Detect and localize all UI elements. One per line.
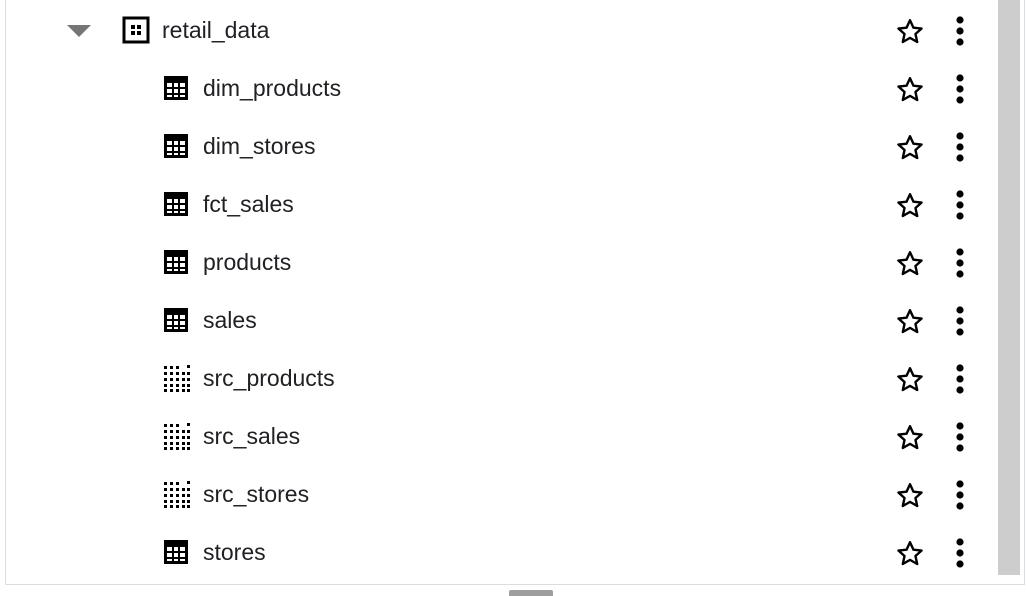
- star-icon[interactable]: [894, 538, 926, 570]
- table-row-src-sales[interactable]: src_sales: [6, 407, 996, 465]
- table-label: sales: [203, 307, 257, 333]
- vertical-scrollbar-thumb[interactable]: [998, 0, 1020, 575]
- collapse-caret-icon[interactable]: [67, 25, 91, 37]
- star-icon[interactable]: [894, 74, 926, 106]
- table-row-fct-sales[interactable]: fct_sales: [6, 175, 996, 233]
- table-label: dim_stores: [203, 133, 316, 159]
- more-actions-icon[interactable]: [954, 131, 966, 163]
- table-row-stores[interactable]: stores: [6, 523, 996, 581]
- horizontal-scrollbar-thumb[interactable]: [509, 590, 553, 596]
- external-table-icon: [164, 481, 190, 508]
- table-label: src_stores: [203, 481, 310, 507]
- table-row-products[interactable]: products: [6, 233, 996, 291]
- more-actions-icon[interactable]: [954, 421, 966, 453]
- more-actions-icon[interactable]: [954, 305, 966, 337]
- dataset-row-retail-data[interactable]: retail_data: [6, 1, 996, 59]
- star-icon[interactable]: [894, 364, 926, 396]
- table-label: src_sales: [203, 423, 301, 449]
- star-icon[interactable]: [894, 190, 926, 222]
- more-actions-icon[interactable]: [954, 189, 966, 221]
- table-icon: [164, 540, 188, 564]
- table-row-sales[interactable]: sales: [6, 291, 996, 349]
- dataset-icon: [122, 16, 150, 44]
- star-icon[interactable]: [894, 248, 926, 280]
- table-icon: [164, 308, 188, 332]
- external-table-icon: [164, 423, 190, 450]
- table-row-dim-stores[interactable]: dim_stores: [6, 117, 996, 175]
- table-label: stores: [203, 539, 266, 565]
- more-actions-icon[interactable]: [954, 363, 966, 395]
- star-icon[interactable]: [894, 132, 926, 164]
- table-row-src-stores[interactable]: src_stores: [6, 465, 996, 523]
- more-actions-icon[interactable]: [954, 537, 966, 569]
- more-actions-icon[interactable]: [954, 15, 966, 47]
- table-row-dim-products[interactable]: dim_products: [6, 59, 996, 117]
- star-icon[interactable]: [894, 480, 926, 512]
- star-icon[interactable]: [894, 306, 926, 338]
- table-icon: [164, 250, 188, 274]
- more-actions-icon[interactable]: [954, 73, 966, 105]
- table-label: src_products: [203, 365, 335, 391]
- external-table-icon: [164, 365, 190, 392]
- more-actions-icon[interactable]: [954, 247, 966, 279]
- explorer-tree: retail_data dim_products dim_stores fct_sa…: [5, 0, 1025, 585]
- table-icon: [164, 76, 188, 100]
- dataset-label: retail_data: [162, 17, 270, 43]
- star-icon[interactable]: [894, 422, 926, 454]
- more-actions-icon[interactable]: [954, 479, 966, 511]
- table-label: products: [203, 249, 292, 275]
- table-label: dim_products: [203, 75, 342, 101]
- table-row-src-products[interactable]: src_products: [6, 349, 996, 407]
- table-icon: [164, 134, 188, 158]
- table-label: fct_sales: [203, 191, 294, 217]
- star-icon[interactable]: [894, 16, 926, 48]
- table-icon: [164, 192, 188, 216]
